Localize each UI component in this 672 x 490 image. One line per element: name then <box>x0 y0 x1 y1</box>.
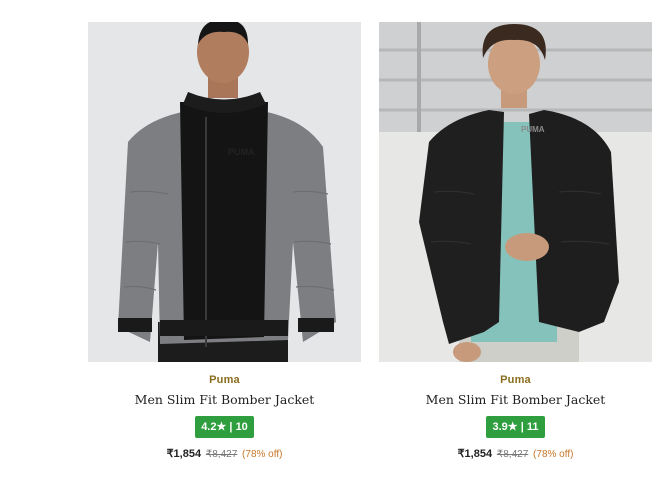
discount-label: (78% off) <box>242 449 283 460</box>
selling-price: ₹1,854 <box>457 448 493 460</box>
selling-price: ₹1,854 <box>166 448 202 460</box>
svg-text:PUMA: PUMA <box>228 147 255 157</box>
rating-count: 11 <box>526 421 539 433</box>
star-icon: ★ <box>507 421 518 433</box>
rating-value: 3.9 <box>492 421 508 433</box>
rating-value: 4.2 <box>201 421 217 433</box>
product-card[interactable]: PUMA Puma Men Slim Fit Bomber Jacket 4.2… <box>88 22 361 460</box>
rating-count: 10 <box>235 421 248 433</box>
product-brand[interactable]: Puma <box>88 374 361 388</box>
original-price: ₹8,427 <box>205 449 238 460</box>
product-name[interactable]: Men Slim Fit Bomber Jacket <box>88 392 361 410</box>
price-row: ₹1,854 ₹8,427 (78% off) <box>379 447 652 460</box>
discount-label: (78% off) <box>533 449 574 460</box>
original-price: ₹8,427 <box>496 449 529 460</box>
product-brand[interactable]: Puma <box>379 374 652 388</box>
product-image[interactable]: PUMA <box>88 22 361 362</box>
rating-badge: 4.2★ | 10 <box>195 416 254 438</box>
product-card[interactable]: PUMA Puma Men Slim Fit Bomber Jacket 3.9… <box>379 22 652 460</box>
svg-text:PUMA: PUMA <box>521 125 545 134</box>
star-icon: ★ <box>216 421 227 433</box>
price-row: ₹1,854 ₹8,427 (78% off) <box>88 447 361 460</box>
product-image[interactable]: PUMA <box>379 22 652 362</box>
rating-badge: 3.9★ | 11 <box>486 416 545 438</box>
product-name[interactable]: Men Slim Fit Bomber Jacket <box>379 392 652 410</box>
